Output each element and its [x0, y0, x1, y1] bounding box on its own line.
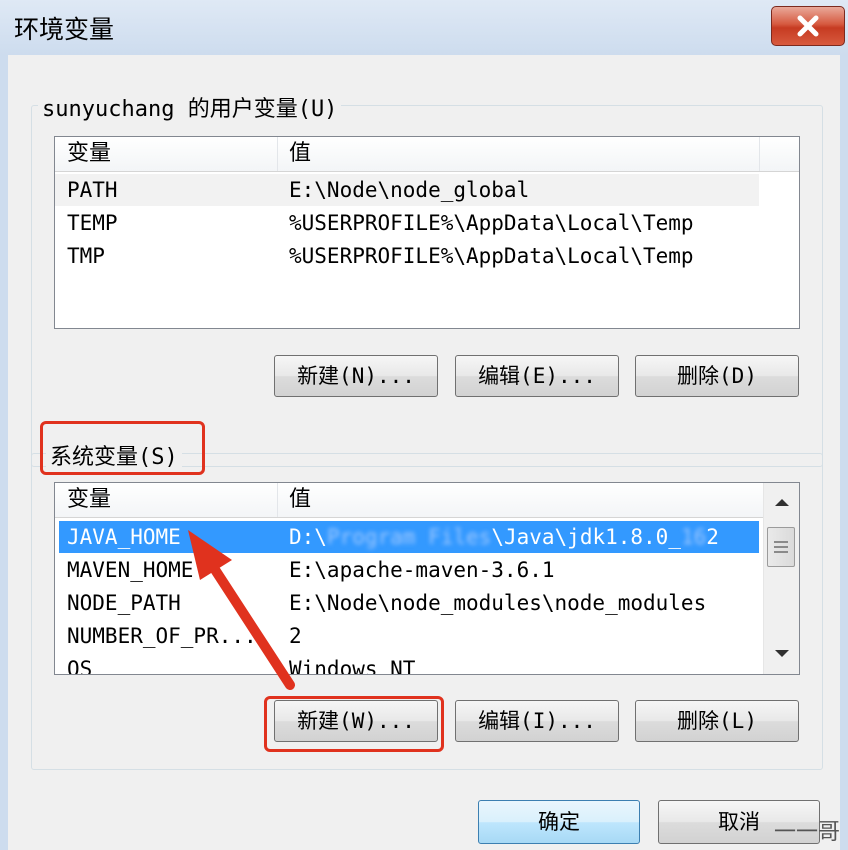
- watermark-text: 一一哥: [774, 820, 841, 845]
- annotation-arrow-icon: [188, 530, 295, 690]
